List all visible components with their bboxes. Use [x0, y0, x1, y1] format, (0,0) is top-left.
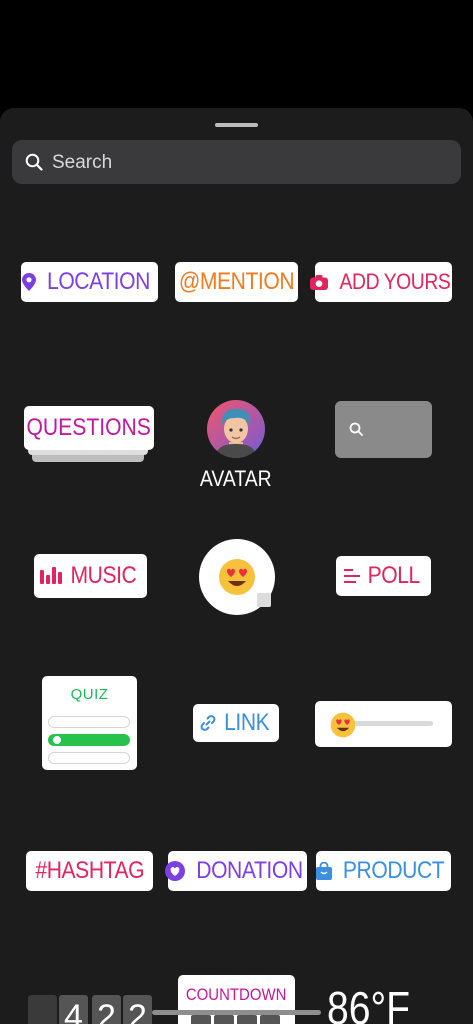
checkmark-icon: [53, 736, 61, 744]
time-digit-tile: 4: [59, 995, 88, 1024]
add-yours-label: ADD YOURS: [339, 269, 450, 294]
hashtag-sticker[interactable]: #HASHTAG: [26, 851, 153, 891]
countdown-label: COUNTDOWN: [186, 985, 287, 1004]
mention-sticker[interactable]: @MENTION: [175, 262, 298, 302]
quiz-label: QUIZ: [70, 686, 109, 703]
search-icon: [349, 422, 363, 436]
heart-eyes-emoji-icon[interactable]: [330, 712, 356, 738]
time-digit-tile: 2: [92, 995, 121, 1024]
music-sticker[interactable]: MUSIC: [34, 554, 147, 598]
mention-label: @MENTION: [178, 268, 295, 295]
time-digit-tile: [28, 995, 57, 1024]
camera-icon: [309, 274, 328, 290]
add-yours-sticker[interactable]: ADD YOURS: [309, 262, 452, 302]
music-label: MUSIC: [70, 562, 137, 589]
hashtag-label: #HASHTAG: [35, 857, 144, 884]
time-digit-tile: 2: [123, 995, 152, 1024]
poll-label: POLL: [367, 562, 420, 589]
heart-icon: [165, 861, 186, 881]
heart-eyes-emoji-icon: [219, 559, 255, 595]
poll-sticker[interactable]: POLL: [336, 556, 431, 596]
search-icon: [25, 153, 43, 171]
bubble-tail: [257, 593, 271, 607]
questions-sticker[interactable]: QUESTIONS: [24, 406, 154, 468]
avatar-sticker[interactable]: [207, 400, 265, 458]
quiz-option: [48, 716, 130, 728]
home-indicator[interactable]: [152, 1010, 321, 1015]
donation-sticker[interactable]: DONATION: [165, 851, 307, 891]
location-pin-icon: [22, 273, 37, 291]
drag-handle[interactable]: [215, 123, 258, 127]
sticker-tray-sheet: LOCATION @MENTION ADD YOURS QUESTIONS AV…: [0, 108, 473, 1024]
slider-track: [343, 721, 433, 726]
location-label: LOCATION: [47, 268, 150, 295]
link-chain-icon: [199, 714, 217, 732]
emoji-slider-sticker[interactable]: [315, 701, 452, 747]
countdown-sticker[interactable]: COUNTDOWN: [178, 975, 295, 1024]
emoji-reaction-sticker[interactable]: [199, 539, 275, 615]
quiz-sticker[interactable]: QUIZ: [42, 676, 137, 770]
gif-search-sticker[interactable]: [335, 401, 432, 458]
music-bars-icon: [40, 567, 63, 585]
product-sticker[interactable]: PRODUCT: [315, 851, 451, 891]
quiz-option: [48, 752, 130, 764]
quiz-option-correct: [48, 734, 130, 746]
link-label: LINK: [224, 709, 270, 736]
temperature-sticker[interactable]: 86°F: [327, 981, 425, 1024]
questions-card: QUESTIONS: [24, 406, 154, 450]
donation-label: DONATION: [196, 857, 303, 884]
search-input[interactable]: [50, 140, 454, 186]
questions-label: QUESTIONS: [26, 414, 152, 441]
avatar-label: AVATAR: [200, 466, 272, 491]
link-sticker[interactable]: LINK: [193, 704, 279, 742]
search-bar[interactable]: [12, 140, 461, 186]
product-label: PRODUCT: [342, 857, 445, 884]
avatar-face-icon: [215, 408, 257, 458]
shopping-bag-icon: [315, 862, 332, 880]
location-sticker[interactable]: LOCATION: [21, 262, 158, 302]
poll-lines-icon: [343, 569, 360, 583]
countdown-cells: [191, 1015, 283, 1024]
